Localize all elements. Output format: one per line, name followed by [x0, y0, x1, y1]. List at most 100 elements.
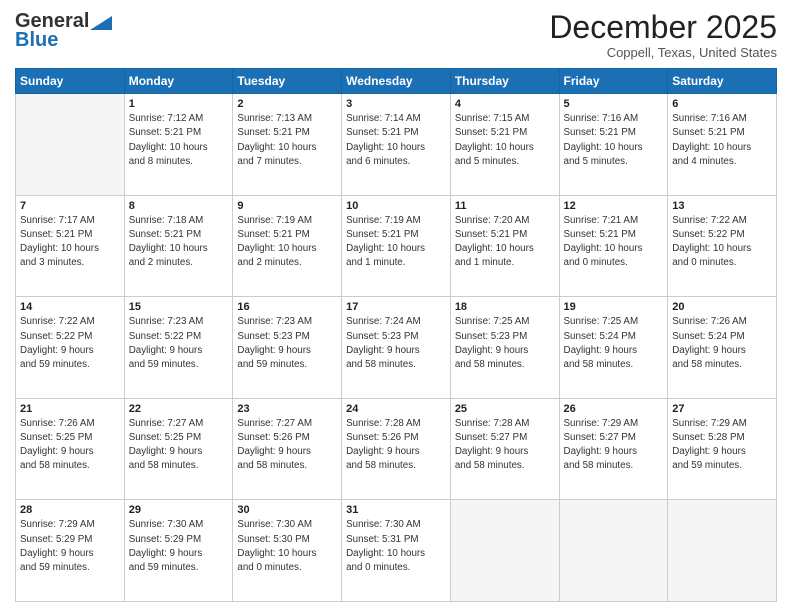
day-number: 3	[346, 98, 446, 110]
day-info: Sunrise: 7:18 AMSunset: 5:21 PMDaylight:…	[129, 214, 229, 271]
day-number: 13	[672, 200, 772, 212]
day-cell: 8 Sunrise: 7:18 AMSunset: 5:21 PMDaylight…	[124, 195, 233, 297]
col-header-saturday: Saturday	[668, 69, 777, 94]
day-cell: 2 Sunrise: 7:13 AMSunset: 5:21 PMDaylight…	[233, 94, 342, 196]
day-cell: 20 Sunrise: 7:26 AMSunset: 5:24 PMDayligh…	[668, 297, 777, 399]
col-header-friday: Friday	[559, 69, 668, 94]
day-cell: 28 Sunrise: 7:29 AMSunset: 5:29 PMDayligh…	[16, 500, 125, 602]
day-number: 29	[129, 504, 229, 516]
day-number: 30	[237, 504, 337, 516]
day-number: 21	[20, 403, 120, 415]
col-header-thursday: Thursday	[450, 69, 559, 94]
day-cell: 6 Sunrise: 7:16 AMSunset: 5:21 PMDaylight…	[668, 94, 777, 196]
day-info: Sunrise: 7:22 AMSunset: 5:22 PMDaylight:…	[672, 214, 772, 271]
day-info: Sunrise: 7:13 AMSunset: 5:21 PMDaylight:…	[237, 112, 337, 169]
day-info: Sunrise: 7:28 AMSunset: 5:26 PMDaylight:…	[346, 417, 446, 474]
month-title: December 2025	[549, 10, 777, 45]
day-info: Sunrise: 7:25 AMSunset: 5:24 PMDaylight:…	[564, 315, 664, 372]
day-info: Sunrise: 7:26 AMSunset: 5:25 PMDaylight:…	[20, 417, 120, 474]
day-cell: 15 Sunrise: 7:23 AMSunset: 5:22 PMDayligh…	[124, 297, 233, 399]
day-cell: 9Sunrise: 7:19 AMSunset: 5:21 PMDaylight…	[233, 195, 342, 297]
day-info: Sunrise: 7:23 AMSunset: 5:22 PMDaylight:…	[129, 315, 229, 372]
location: Coppell, Texas, United States	[549, 45, 777, 60]
day-info: Sunrise: 7:12 AMSunset: 5:21 PMDaylight:…	[129, 112, 229, 169]
day-cell: 5 Sunrise: 7:16 AMSunset: 5:21 PMDaylight…	[559, 94, 668, 196]
day-info: Sunrise: 7:17 AMSunset: 5:21 PMDaylight:…	[20, 214, 120, 271]
day-cell: 17 Sunrise: 7:24 AMSunset: 5:23 PMDayligh…	[342, 297, 451, 399]
day-cell: 7 Sunrise: 7:17 AMSunset: 5:21 PMDaylight…	[16, 195, 125, 297]
day-number: 20	[672, 301, 772, 313]
day-number: 24	[346, 403, 446, 415]
day-number: 7	[20, 200, 120, 212]
day-cell: 30 Sunrise: 7:30 AMSunset: 5:30 PMDayligh…	[233, 500, 342, 602]
week-row-4: 21 Sunrise: 7:26 AMSunset: 5:25 PMDayligh…	[16, 398, 777, 500]
logo-blue: Blue	[15, 29, 58, 52]
day-info: Sunrise: 7:28 AMSunset: 5:27 PMDaylight:…	[455, 417, 555, 474]
day-number: 11	[455, 200, 555, 212]
logo: General Blue	[15, 10, 112, 52]
day-cell: 23 Sunrise: 7:27 AMSunset: 5:26 PMDayligh…	[233, 398, 342, 500]
day-cell: 31 Sunrise: 7:30 AMSunset: 5:31 PMDayligh…	[342, 500, 451, 602]
week-row-1: 1 Sunrise: 7:12 AMSunset: 5:21 PMDaylight…	[16, 94, 777, 196]
day-info: Sunrise: 7:30 AMSunset: 5:30 PMDaylight:…	[237, 518, 337, 575]
day-info: Sunrise: 7:30 AMSunset: 5:31 PMDaylight:…	[346, 518, 446, 575]
day-info: Sunrise: 7:24 AMSunset: 5:23 PMDaylight:…	[346, 315, 446, 372]
day-info: Sunrise: 7:16 AMSunset: 5:21 PMDaylight:…	[672, 112, 772, 169]
day-info: Sunrise: 7:22 AMSunset: 5:22 PMDaylight:…	[20, 315, 120, 372]
col-header-tuesday: Tuesday	[233, 69, 342, 94]
day-cell	[668, 500, 777, 602]
day-number: 8	[129, 200, 229, 212]
day-number: 31	[346, 504, 446, 516]
day-number: 22	[129, 403, 229, 415]
day-cell: 16 Sunrise: 7:23 AMSunset: 5:23 PMDayligh…	[233, 297, 342, 399]
day-cell: 22Sunrise: 7:27 AMSunset: 5:25 PMDayligh…	[124, 398, 233, 500]
day-number: 23	[237, 403, 337, 415]
day-number: 27	[672, 403, 772, 415]
day-info: Sunrise: 7:15 AMSunset: 5:21 PMDaylight:…	[455, 112, 555, 169]
week-row-2: 7 Sunrise: 7:17 AMSunset: 5:21 PMDaylight…	[16, 195, 777, 297]
page: General Blue December 2025 Coppell, Texa…	[0, 0, 792, 612]
calendar-header-row: SundayMondayTuesdayWednesdayThursdayFrid…	[16, 69, 777, 94]
day-cell: 24 Sunrise: 7:28 AMSunset: 5:26 PMDayligh…	[342, 398, 451, 500]
day-number: 16	[237, 301, 337, 313]
day-info: Sunrise: 7:30 AMSunset: 5:29 PMDaylight:…	[129, 518, 229, 575]
day-cell: 19Sunrise: 7:25 AMSunset: 5:24 PMDayligh…	[559, 297, 668, 399]
day-number: 15	[129, 301, 229, 313]
day-info: Sunrise: 7:19 AMSunset: 5:21 PMDaylight:…	[237, 214, 337, 271]
day-number: 2	[237, 98, 337, 110]
day-cell: 3Sunrise: 7:14 AMSunset: 5:21 PMDaylight…	[342, 94, 451, 196]
day-cell	[559, 500, 668, 602]
day-info: Sunrise: 7:26 AMSunset: 5:24 PMDaylight:…	[672, 315, 772, 372]
day-number: 28	[20, 504, 120, 516]
day-number: 4	[455, 98, 555, 110]
week-row-5: 28 Sunrise: 7:29 AMSunset: 5:29 PMDayligh…	[16, 500, 777, 602]
day-info: Sunrise: 7:25 AMSunset: 5:23 PMDaylight:…	[455, 315, 555, 372]
day-cell: 1 Sunrise: 7:12 AMSunset: 5:21 PMDaylight…	[124, 94, 233, 196]
day-info: Sunrise: 7:23 AMSunset: 5:23 PMDaylight:…	[237, 315, 337, 372]
day-cell: 18Sunrise: 7:25 AMSunset: 5:23 PMDayligh…	[450, 297, 559, 399]
col-header-wednesday: Wednesday	[342, 69, 451, 94]
day-cell: 26Sunrise: 7:29 AMSunset: 5:27 PMDayligh…	[559, 398, 668, 500]
day-cell	[16, 94, 125, 196]
day-info: Sunrise: 7:27 AMSunset: 5:26 PMDaylight:…	[237, 417, 337, 474]
week-row-3: 14Sunrise: 7:22 AMSunset: 5:22 PMDayligh…	[16, 297, 777, 399]
day-number: 6	[672, 98, 772, 110]
day-number: 12	[564, 200, 664, 212]
day-cell: 4 Sunrise: 7:15 AMSunset: 5:21 PMDaylight…	[450, 94, 559, 196]
day-cell: 11Sunrise: 7:20 AMSunset: 5:21 PMDayligh…	[450, 195, 559, 297]
day-cell: 12Sunrise: 7:21 AMSunset: 5:21 PMDayligh…	[559, 195, 668, 297]
title-block: December 2025 Coppell, Texas, United Sta…	[549, 10, 777, 60]
day-info: Sunrise: 7:29 AMSunset: 5:27 PMDaylight:…	[564, 417, 664, 474]
logo-icon	[90, 12, 112, 30]
day-info: Sunrise: 7:29 AMSunset: 5:29 PMDaylight:…	[20, 518, 120, 575]
day-cell: 21 Sunrise: 7:26 AMSunset: 5:25 PMDayligh…	[16, 398, 125, 500]
day-number: 1	[129, 98, 229, 110]
day-number: 10	[346, 200, 446, 212]
day-number: 5	[564, 98, 664, 110]
day-info: Sunrise: 7:16 AMSunset: 5:21 PMDaylight:…	[564, 112, 664, 169]
calendar: SundayMondayTuesdayWednesdayThursdayFrid…	[15, 68, 777, 602]
day-cell: 10Sunrise: 7:19 AMSunset: 5:21 PMDayligh…	[342, 195, 451, 297]
col-header-sunday: Sunday	[16, 69, 125, 94]
day-number: 17	[346, 301, 446, 313]
col-header-monday: Monday	[124, 69, 233, 94]
